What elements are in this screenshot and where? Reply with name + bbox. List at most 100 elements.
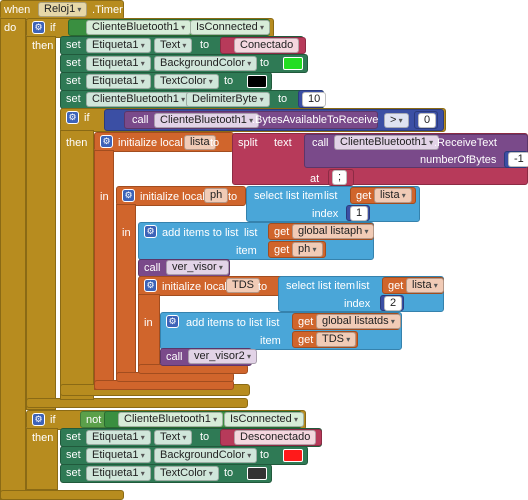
not-label: not — [86, 414, 102, 426]
get-label: get — [298, 334, 314, 346]
init-local-label: initialize local — [140, 191, 205, 203]
to-label: to — [224, 75, 234, 87]
call-label: call — [144, 262, 161, 274]
receive-method-label: .ReceiveText — [434, 137, 497, 149]
gear-icon[interactable]: ⚙ — [144, 225, 157, 238]
add-items-label: add items to list — [162, 227, 239, 239]
call-label: call — [166, 351, 183, 363]
receive-component-dropdown[interactable]: ClienteBluetooth1 — [334, 135, 440, 150]
get-label: get — [298, 316, 314, 328]
ver-visor-dropdown[interactable]: ver_visor — [166, 260, 229, 275]
get-listaph-dropdown[interactable]: global listaph — [292, 224, 375, 239]
gear-icon[interactable]: ⚙ — [144, 279, 157, 292]
init-lista-rail — [94, 150, 114, 390]
get-tds-dropdown[interactable]: TDS — [316, 332, 357, 347]
if-label: if — [50, 22, 56, 34]
gear-icon[interactable]: ⚙ — [32, 21, 45, 34]
set-textcolor-prop-dropdown[interactable]: TextColor — [154, 74, 219, 89]
tds-variable-name[interactable]: TDS — [226, 278, 260, 293]
get-lista-dropdown[interactable]: lista — [374, 188, 412, 203]
gear-icon[interactable]: ⚙ — [100, 135, 113, 148]
text-value-desconectado[interactable]: Desconectado — [234, 430, 317, 445]
select-label: select list item — [286, 280, 356, 292]
set-bgcolor-component-dropdown[interactable]: Etiqueta1 — [86, 448, 151, 463]
set-delimiter-prop-dropdown[interactable]: DelimiterByte — [186, 92, 270, 107]
event-name-label: .Timer — [92, 4, 123, 16]
set-label: set — [66, 93, 81, 105]
index-value-1[interactable]: 1 — [350, 206, 369, 221]
get-listatds-dropdown[interactable]: global listatds — [316, 314, 401, 329]
in-label: in — [100, 191, 109, 203]
call-label: call — [132, 114, 149, 126]
gear-icon[interactable]: ⚙ — [66, 111, 79, 124]
set-text-prop-dropdown[interactable]: Text — [154, 38, 193, 53]
compare-op-dropdown[interactable]: > — [384, 113, 409, 128]
set-bgcolor-component-dropdown[interactable]: Etiqueta1 — [86, 56, 151, 71]
if-bytes-rail — [60, 130, 94, 400]
event-body-rail — [0, 18, 26, 500]
to-label: to — [200, 39, 210, 51]
to-label: to — [260, 449, 270, 461]
get-label: get — [274, 226, 290, 238]
in-label: in — [144, 317, 153, 329]
nbytes-value[interactable]: -1 — [508, 152, 528, 167]
isconnected-component-dropdown[interactable]: ClienteBluetooth1 — [86, 20, 192, 35]
set-textcolor-component-dropdown[interactable]: Etiqueta1 — [86, 74, 151, 89]
timer-component-dropdown[interactable]: Reloj1 — [38, 2, 88, 17]
isconnected-prop-dropdown[interactable]: IsConnected — [224, 412, 305, 427]
dark-gray-color-swatch[interactable] — [247, 467, 267, 480]
get-ph-dropdown[interactable]: ph — [292, 242, 323, 257]
bytes-component-dropdown[interactable]: ClienteBluetooth1 — [154, 113, 260, 128]
set-label: set — [66, 39, 81, 51]
nbytes-label: numberOfBytes — [420, 154, 497, 166]
at-label: at — [310, 173, 320, 185]
do-label: do — [4, 22, 17, 34]
set-textcolor-prop-dropdown[interactable]: TextColor — [154, 466, 219, 481]
delimiter-value[interactable]: 10 — [302, 92, 327, 107]
black-color-swatch[interactable] — [247, 75, 267, 88]
set-bgcolor-prop-dropdown[interactable]: BackgroundColor — [154, 56, 258, 71]
set-text-prop-dropdown[interactable]: Text — [154, 430, 193, 445]
in-label: in — [122, 227, 131, 239]
set-label: set — [66, 75, 81, 87]
item-label: item — [236, 245, 257, 257]
ph-variable-name[interactable]: ph — [204, 188, 229, 203]
to-label: to — [258, 281, 268, 293]
get-lista-dropdown[interactable]: lista — [406, 278, 444, 293]
at-value[interactable]: ; — [332, 170, 348, 185]
if-connected-rail — [26, 36, 56, 410]
set-bgcolor-prop-dropdown[interactable]: BackgroundColor — [154, 448, 258, 463]
isconnected-prop-dropdown[interactable]: IsConnected — [190, 20, 271, 35]
text-value-conectado[interactable]: Conectado — [234, 38, 300, 53]
then-label: then — [32, 40, 54, 52]
green-color-swatch[interactable] — [283, 57, 303, 70]
list-label: list — [356, 280, 370, 292]
set-delimiter-component-dropdown[interactable]: ClienteBluetooth1 — [86, 92, 192, 107]
set-text-component-dropdown[interactable]: Etiqueta1 — [86, 38, 151, 53]
get-label: get — [388, 280, 404, 292]
red-color-swatch[interactable] — [283, 449, 303, 462]
to-label: to — [260, 57, 270, 69]
gear-icon[interactable]: ⚙ — [32, 413, 45, 426]
set-label: set — [66, 57, 81, 69]
index-label: index — [344, 298, 371, 310]
gear-icon[interactable]: ⚙ — [166, 315, 179, 328]
list-label: list — [266, 317, 280, 329]
set-text-component-dropdown[interactable]: Etiqueta1 — [86, 430, 151, 445]
isconnected-component-dropdown[interactable]: ClienteBluetooth1 — [118, 412, 224, 427]
call-label: call — [312, 137, 329, 149]
when-label: when — [4, 4, 31, 16]
list-label: list — [244, 227, 258, 239]
to-label: to — [210, 137, 220, 149]
then-label: then — [32, 432, 54, 444]
add-items-label: add items to list — [186, 317, 263, 329]
get-label: get — [274, 244, 290, 256]
item-label: item — [260, 335, 281, 347]
index-value-2[interactable]: 2 — [384, 296, 403, 311]
select-label: select list item — [254, 190, 324, 202]
gear-icon[interactable]: ⚙ — [122, 189, 135, 202]
ver-visor2-dropdown[interactable]: ver_visor2 — [188, 349, 257, 364]
init-tds-rail — [138, 294, 160, 372]
compare-value[interactable]: 0 — [418, 113, 437, 128]
set-textcolor-component-dropdown[interactable]: Etiqueta1 — [86, 466, 151, 481]
